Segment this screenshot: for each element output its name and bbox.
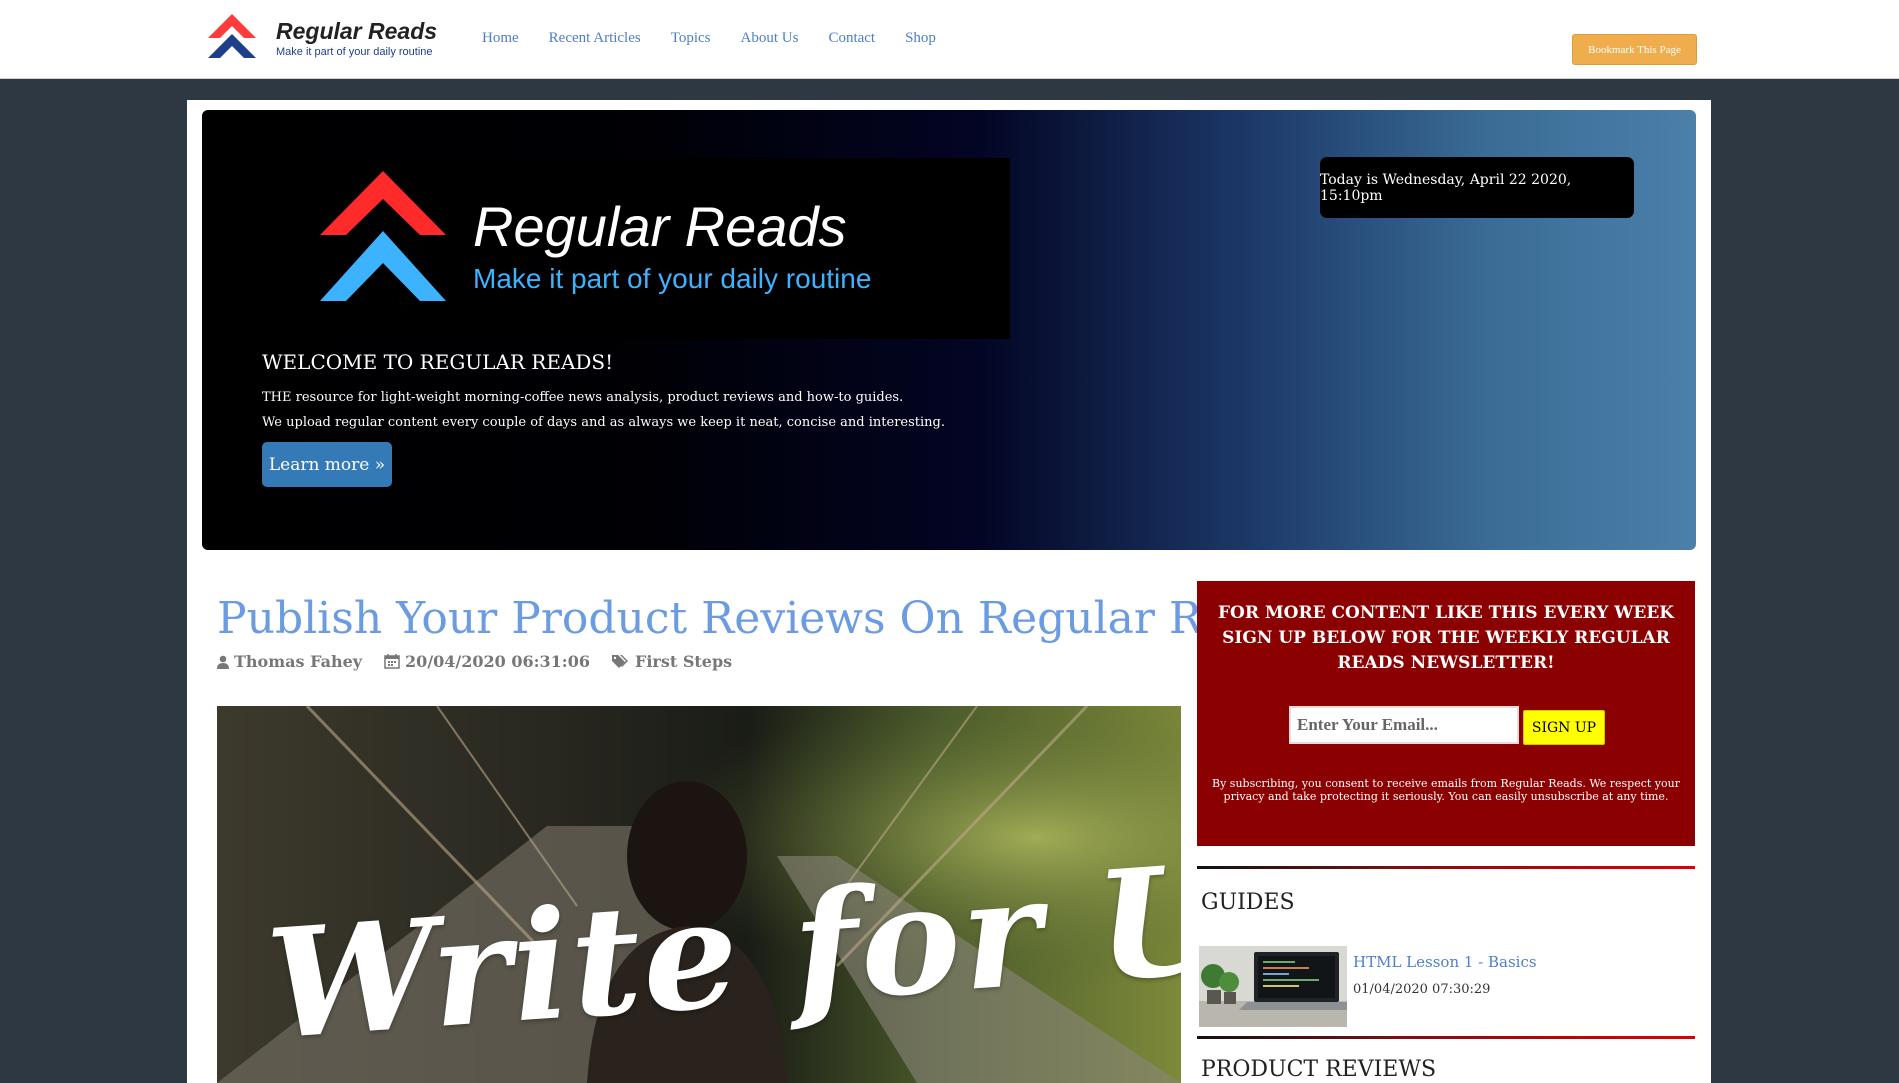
article-date: 20/04/2020 06:31:06 <box>405 652 590 671</box>
nav-link-about-us[interactable]: About Us <box>741 30 799 47</box>
newsletter-signup-box: FOR MORE CONTENT LIKE THIS EVERY WEEK SI… <box>1197 581 1695 846</box>
nav-link-contact[interactable]: Contact <box>828 30 875 47</box>
article-title-link[interactable]: Publish Your Product Reviews On Regular … <box>217 593 1305 644</box>
nav-link-recent-articles[interactable]: Recent Articles <box>549 30 641 47</box>
sidebar-divider <box>1197 1036 1695 1039</box>
category-meta: First Steps <box>611 652 732 671</box>
article-category-link[interactable]: First Steps <box>635 652 732 671</box>
hero-logo: Regular Reads Make it part of your daily… <box>265 158 1010 339</box>
author-meta: Thomas Fahey <box>217 652 362 671</box>
hero-heading: WELCOME TO REGULAR READS! <box>262 350 614 374</box>
brand-tagline: Make it part of your daily routine <box>276 46 433 58</box>
newsletter-heading: FOR MORE CONTENT LIKE THIS EVERY WEEK SI… <box>1217 603 1675 673</box>
sidebar-divider <box>1197 866 1695 869</box>
guide-item-date: 01/04/2020 07:30:29 <box>1353 982 1491 997</box>
date-meta: 20/04/2020 06:31:06 <box>384 652 590 671</box>
hero-description-line-2: We upload regular content every couple o… <box>262 415 945 430</box>
learn-more-button[interactable]: Learn more » <box>262 442 392 487</box>
guide-thumbnail[interactable] <box>1199 946 1347 1027</box>
regular-reads-logo-icon <box>208 14 256 58</box>
calendar-icon <box>384 654 400 669</box>
main-nav: Home Recent Articles Topics About Us Con… <box>482 30 966 47</box>
page-container: Regular Reads Make it part of your daily… <box>187 100 1711 1083</box>
brand-title: Regular Reads <box>276 18 438 44</box>
current-date-box: Today is Wednesday, April 22 2020, 15:10… <box>1320 157 1634 218</box>
sign-up-button[interactable]: SIGN UP <box>1523 710 1605 745</box>
article-featured-image[interactable]: Write for Us <box>217 706 1181 1083</box>
user-icon <box>217 655 229 669</box>
newsletter-consent-text: By subscribing, you consent to receive e… <box>1212 777 1680 803</box>
email-input[interactable] <box>1289 706 1519 744</box>
bookmark-button[interactable]: Bookmark This Page <box>1572 34 1697 65</box>
hero-logo-title: Regular Reads <box>473 195 847 258</box>
laptop-plants-photo <box>1199 946 1347 1027</box>
hero-logo-tagline: Make it part of your daily routine <box>473 263 872 294</box>
top-navbar: Regular Reads Make it part of your daily… <box>0 0 1899 79</box>
nav-link-shop[interactable]: Shop <box>905 30 936 47</box>
guides-heading: GUIDES <box>1201 890 1295 915</box>
hero-description-line-1: THE resource for light-weight morning-co… <box>262 390 904 405</box>
chevron-logo-icon <box>320 171 446 301</box>
guide-item-title-link[interactable]: HTML Lesson 1 - Basics <box>1353 953 1537 971</box>
article-author: Thomas Fahey <box>234 652 363 671</box>
product-reviews-heading: PRODUCT REVIEWS <box>1201 1057 1437 1082</box>
hero-banner: Regular Reads Make it part of your daily… <box>202 110 1696 550</box>
brand-logo-link[interactable]: Regular Reads Make it part of your daily… <box>206 10 446 66</box>
nav-link-topics[interactable]: Topics <box>671 30 711 47</box>
article-meta: Thomas Fahey 20/04/2020 06:31:06 First S… <box>217 652 754 671</box>
tags-icon <box>611 655 628 668</box>
nav-link-home[interactable]: Home <box>482 30 519 47</box>
